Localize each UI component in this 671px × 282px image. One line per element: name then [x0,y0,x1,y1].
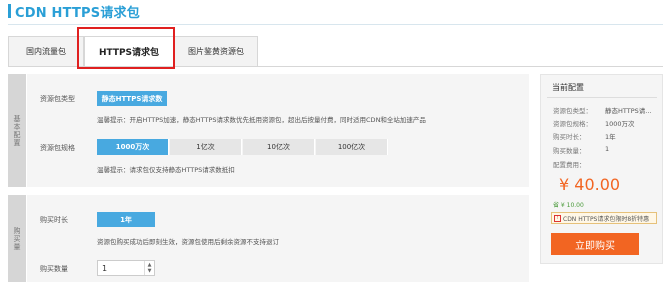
summary-title: 当前配置 [552,83,584,92]
tab-image-moderation[interactable]: 图片鉴黄资源包 [174,36,258,66]
spec-hint: 温馨提示：请求包仅支持静态HTTPS请求数抵扣 [97,166,235,174]
quantity-label: 购买数量 [40,265,68,273]
quantity-stepper[interactable]: 1 ▲ ▼ [97,260,155,276]
title-accent-bar [8,4,11,18]
summary-row-quantity: 购买数量： 1 [553,145,610,155]
spec-option-100m[interactable]: 1亿次 [170,139,242,155]
promo-badge: ! CDN HTTPS请求包限时8折特惠 [551,212,657,224]
type-hint: 温馨提示：开启HTTPS加速，静态HTTPS请求数优先抵用资源包，超出后按量付费… [97,116,426,124]
summary-row-spec: 资源包规格： 1000万次 [553,120,635,128]
type-label: 资源包类型 [40,95,75,103]
buy-now-button[interactable]: 立即购买 [551,233,639,255]
page-title: CDN HTTPS请求包 [15,6,140,21]
spec-label: 资源包规格 [40,144,75,152]
savings-text: 省 ¥ 10.00 [553,202,584,209]
quantity-value[interactable]: 1 [98,264,144,273]
title-divider [8,24,663,25]
quantity-arrows[interactable]: ▲ ▼ [144,261,154,275]
price-value: ¥ 40.00 [559,175,621,194]
type-option-static-https[interactable]: 静态HTTPS请求数 [97,91,167,106]
spec-option-1b[interactable]: 10亿次 [243,139,315,155]
highlight-annotation [77,27,175,69]
section-purchase-label: 购买量 [8,195,26,282]
tab-domestic-traffic[interactable]: 国内流量包 [8,36,84,66]
summary-row-duration: 购买时长： 1年 [553,133,616,141]
spec-option-10m[interactable]: 1000万次 [97,139,169,155]
order-summary: 当前配置 资源包类型： 静态HTTPS请... 资源包规格： 1000万次 购买时长… [540,74,663,264]
summary-divider [547,97,657,98]
fee-label: 配置费用： [553,161,586,169]
promo-icon: ! [554,214,561,222]
section-basic-label: 基本配置 [8,74,26,187]
page-header: CDN HTTPS请求包 [0,0,671,26]
duration-label: 购买时长 [40,216,68,224]
duration-option-1y[interactable]: 1年 [97,212,155,227]
arrow-down-icon[interactable]: ▼ [148,268,152,274]
spec-option-10b[interactable]: 100亿次 [316,139,388,155]
summary-row-type: 资源包类型： 静态HTTPS请... [553,107,652,115]
duration-hint: 资源包购买成功后即刻生效，资源包使用后剩余资源不支持退订 [97,238,279,246]
